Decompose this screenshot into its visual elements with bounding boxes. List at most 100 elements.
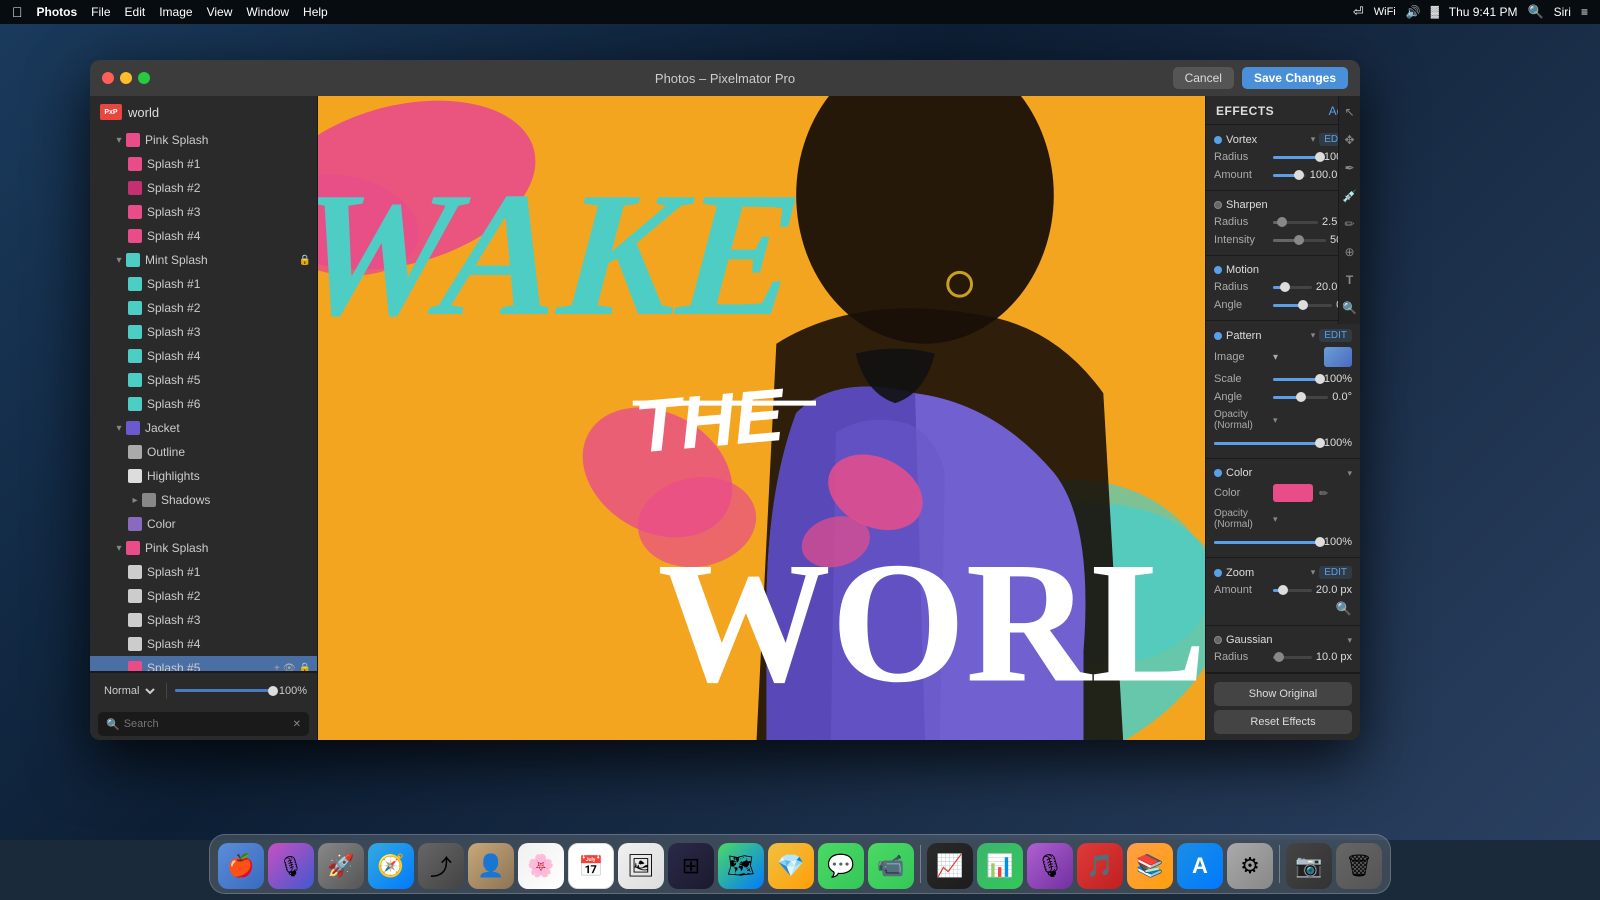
dock-books[interactable]: 📚 <box>1127 843 1173 889</box>
dock-trash[interactable]: 🗑 <box>1336 843 1382 889</box>
effect-enabled-dot[interactable] <box>1214 636 1222 644</box>
layer-splash4a[interactable]: Splash #4 <box>90 224 317 248</box>
layer-highlights[interactable]: Highlights <box>90 464 317 488</box>
eye-icon[interactable]: 👁 <box>283 663 296 672</box>
close-button[interactable] <box>102 72 114 84</box>
dock-safari[interactable]: 🧭 <box>368 843 414 889</box>
amount-slider[interactable] <box>1273 174 1306 177</box>
search-input[interactable] <box>124 718 289 730</box>
dock-plasticity[interactable]: 💎 <box>768 843 814 889</box>
reset-effects-button[interactable]: Reset Effects <box>1214 710 1352 734</box>
blend-mode-select[interactable]: Normal Multiply Screen Overlay <box>100 684 158 698</box>
dock-music[interactable]: 🎵 <box>1077 843 1123 889</box>
dock-calendar[interactable]: 📅 <box>568 843 614 889</box>
radius-slider[interactable] <box>1273 286 1312 289</box>
effect-enabled-dot[interactable] <box>1214 332 1222 340</box>
fullscreen-button[interactable] <box>138 72 150 84</box>
layer-splash1c[interactable]: Splash #1 <box>90 560 317 584</box>
save-changes-button[interactable]: Save Changes <box>1242 67 1348 89</box>
layer-splash6b[interactable]: Splash #6 <box>90 392 317 416</box>
layer-jacket-group[interactable]: Jacket <box>90 416 317 440</box>
pattern-swatch[interactable] <box>1324 347 1352 367</box>
lock-icon[interactable]: 🔒 <box>299 663 311 672</box>
search-icon[interactable]: 🔍 <box>1527 4 1543 20</box>
dock-photo-library[interactable]: 📷 <box>1286 843 1332 889</box>
opacity-slider[interactable] <box>175 689 273 692</box>
show-original-button[interactable]: Show Original <box>1214 682 1352 706</box>
menu-file[interactable]: File <box>91 5 110 19</box>
eyedropper-icon[interactable]: 💉 <box>1338 184 1361 208</box>
color-edit-icon[interactable]: ✏ <box>1319 487 1328 500</box>
radius-slider[interactable] <box>1273 221 1318 224</box>
layer-splash5b[interactable]: Splash #5 <box>90 368 317 392</box>
layer-pink-splash-group2[interactable]: Pink Splash <box>90 536 317 560</box>
menu-photos[interactable]: Photos <box>37 5 78 19</box>
radius-slider[interactable] <box>1273 156 1320 159</box>
clear-search-icon[interactable]: ✕ <box>293 719 301 730</box>
dock-stocks[interactable]: 📈 <box>927 843 973 889</box>
menu-window[interactable]: Window <box>246 5 289 19</box>
cursor-tool-icon[interactable]: ↖ <box>1338 100 1361 124</box>
layer-splash1b[interactable]: Splash #1 <box>90 272 317 296</box>
dock-siri[interactable]: 🎙 <box>268 843 314 889</box>
effect-enabled-dot[interactable] <box>1214 136 1222 144</box>
dock-podcasts[interactable]: 🎙 <box>1027 843 1073 889</box>
scale-slider[interactable] <box>1273 378 1320 381</box>
effect-enabled-dot[interactable] <box>1214 201 1222 209</box>
menu-image[interactable]: Image <box>159 5 192 19</box>
opacity-slider[interactable] <box>1214 541 1320 544</box>
zoom-search-icon[interactable]: 🔍 <box>1336 601 1352 617</box>
layer-shadows[interactable]: Shadows <box>90 488 317 512</box>
menu-edit[interactable]: Edit <box>125 5 146 19</box>
menu-view[interactable]: View <box>207 5 233 19</box>
dock-migration[interactable]: ⤴ <box>418 843 464 889</box>
angle-slider[interactable] <box>1273 396 1328 399</box>
dock-facetime[interactable]: 📹 <box>868 843 914 889</box>
dock-app-store[interactable]: A <box>1177 843 1223 889</box>
layer-splash3a[interactable]: Splash #3 <box>90 200 317 224</box>
angle-slider[interactable] <box>1273 304 1332 307</box>
color-swatch[interactable] <box>1273 484 1313 502</box>
layer-splash2a[interactable]: Splash #2 <box>90 176 317 200</box>
pen-tool-icon[interactable]: ✒ <box>1338 156 1361 180</box>
dock-photos[interactable]: 🌸 <box>518 843 564 889</box>
stamp-tool-icon[interactable]: ⊕ <box>1338 240 1361 264</box>
dock-launchpad[interactable]: 🚀 <box>318 843 364 889</box>
effect-enabled-dot[interactable] <box>1214 569 1222 577</box>
effect-edit-button[interactable]: EDIT <box>1319 566 1352 579</box>
layer-splash4b[interactable]: Splash #4 <box>90 344 317 368</box>
minimize-button[interactable] <box>120 72 132 84</box>
layer-outline[interactable]: Outline <box>90 440 317 464</box>
dock-messages[interactable]: 💬 <box>818 843 864 889</box>
amount-slider[interactable] <box>1273 589 1312 592</box>
dock-finder[interactable]: 🍎 <box>218 843 264 889</box>
layer-splash3c[interactable]: Splash #3 <box>90 608 317 632</box>
layer-pink-splash-group[interactable]: Pink Splash <box>90 128 317 152</box>
layer-splash3b[interactable]: Splash #3 <box>90 320 317 344</box>
layer-splash5c[interactable]: Splash #5 + 👁 🔒 <box>90 656 317 671</box>
layer-mint-splash-group[interactable]: Mint Splash 🔒 <box>90 248 317 272</box>
layer-splash4c[interactable]: Splash #4 <box>90 632 317 656</box>
transform-tool-icon[interactable]: ✥ <box>1338 128 1361 152</box>
dock-mosaic[interactable]: ⊞ <box>668 843 714 889</box>
apple-menu[interactable]:  <box>12 4 23 20</box>
siri-icon[interactable]: Siri <box>1554 5 1571 19</box>
layer-color[interactable]: Color <box>90 512 317 536</box>
layer-splash1a[interactable]: Splash #1 <box>90 152 317 176</box>
text-tool-icon[interactable]: T <box>1338 268 1361 292</box>
layer-splash2b[interactable]: Splash #2 <box>90 296 317 320</box>
dock-preview[interactable]: 🖼 <box>618 843 664 889</box>
dock-system-prefs[interactable]: ⚙ <box>1227 843 1273 889</box>
brush-tool-icon[interactable]: ✏ <box>1338 212 1361 236</box>
dock-numbers[interactable]: 📊 <box>977 843 1023 889</box>
effect-enabled-dot[interactable] <box>1214 266 1222 274</box>
cancel-button[interactable]: Cancel <box>1173 67 1234 89</box>
image-dropdown[interactable]: ▾ <box>1273 352 1320 363</box>
dock-maps[interactable]: 🗺 <box>718 843 764 889</box>
add-icon[interactable]: + <box>274 663 280 672</box>
notification-icon[interactable]: ≡ <box>1581 5 1588 19</box>
dock-contacts[interactable]: 👤 <box>468 843 514 889</box>
zoom-tool-icon[interactable]: 🔍 <box>1338 296 1361 320</box>
menu-help[interactable]: Help <box>303 5 328 19</box>
layer-splash2c[interactable]: Splash #2 <box>90 584 317 608</box>
